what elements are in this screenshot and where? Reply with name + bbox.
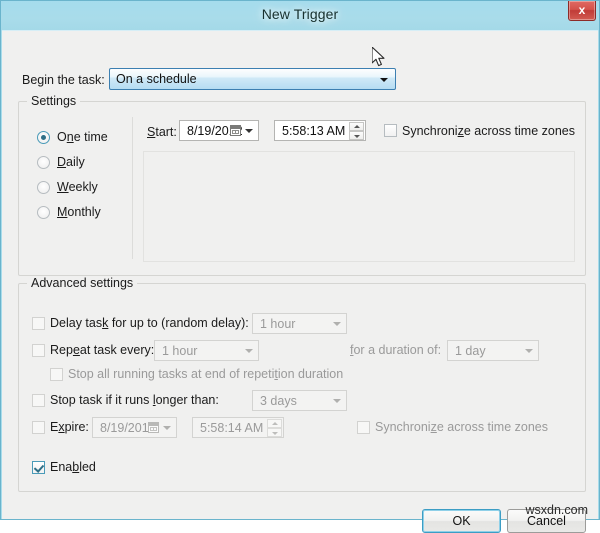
begin-task-combo[interactable]: On a schedule	[109, 68, 396, 90]
dialog-body: Begin the task: On a schedule Settings O…	[2, 30, 598, 533]
radio-label: Daily	[57, 155, 85, 169]
start-label: Start:	[147, 125, 177, 139]
expire-time-field[interactable]: 5:58:14 AM	[192, 417, 284, 438]
expire-sync-checkbox[interactable]	[357, 421, 370, 434]
new-trigger-dialog: New Trigger x Begin the task: On a sched…	[0, 0, 600, 533]
calendar-icon	[230, 125, 241, 136]
settings-group-caption: Settings	[27, 94, 81, 108]
stop-longer-combo[interactable]: 3 days	[252, 390, 347, 411]
radio-label: Monthly	[57, 205, 101, 219]
enabled-label: Enabled	[50, 460, 96, 474]
radio-indicator	[37, 181, 50, 194]
start-time-value: 5:58:13 AM	[282, 124, 346, 138]
repeat-interval-combo[interactable]: 1 hour	[154, 340, 259, 361]
stop-all-tasks-label: Stop all running tasks at end of repetit…	[68, 367, 344, 381]
chevron-down-icon	[163, 426, 171, 430]
close-icon[interactable]: x	[568, 1, 596, 21]
chevron-down-icon	[333, 399, 341, 403]
mouse-cursor	[372, 47, 385, 67]
spinner-up-icon[interactable]	[267, 419, 282, 428]
delay-task-combo[interactable]: 1 hour	[252, 313, 347, 334]
chevron-down-icon	[245, 129, 253, 133]
begin-task-label: Begin the task:	[22, 73, 105, 87]
start-date-field[interactable]: 8/19/2012	[179, 120, 259, 141]
repeat-duration-value: 1 day	[455, 344, 486, 358]
spinner-down-icon[interactable]	[267, 428, 282, 437]
chevron-down-icon	[245, 349, 253, 353]
sync-timezones-label: Synchronize across time zones	[402, 124, 576, 138]
repeat-task-checkbox[interactable]	[32, 344, 45, 357]
sync-timezones-checkbox[interactable]	[384, 124, 397, 137]
radio-indicator	[37, 131, 50, 144]
schedule-detail-panel	[143, 151, 575, 262]
stop-longer-value: 3 days	[260, 394, 297, 408]
spinner-down-icon[interactable]	[349, 131, 364, 140]
chevron-down-icon	[525, 349, 533, 353]
expire-sync-label: Synchronize across time zones	[375, 420, 549, 434]
repeat-task-label: Repeat task every:	[50, 343, 155, 357]
chevron-down-icon	[380, 78, 388, 82]
delay-task-value: 1 hour	[260, 317, 296, 331]
advanced-group-caption: Advanced settings	[27, 276, 138, 290]
stop-all-tasks-checkbox[interactable]	[50, 368, 63, 381]
repeat-interval-value: 1 hour	[162, 344, 198, 358]
spinner-up-icon[interactable]	[349, 122, 364, 131]
stop-longer-label: Stop task if it runs longer than:	[50, 393, 219, 407]
ok-button[interactable]: OK	[422, 509, 501, 533]
radio-label: Weekly	[57, 180, 98, 194]
time-spinner[interactable]	[349, 122, 364, 141]
radio-label: One time	[57, 130, 108, 144]
watermark: wsxdn.com	[525, 503, 588, 517]
radio-indicator	[37, 206, 50, 219]
expire-label: Expire:	[50, 420, 89, 434]
expire-time-value: 5:58:14 AM	[200, 421, 264, 435]
begin-task-value: On a schedule	[116, 72, 197, 86]
expire-time-spinner[interactable]	[267, 419, 282, 438]
calendar-icon	[148, 422, 159, 433]
delay-task-checkbox[interactable]	[32, 317, 45, 330]
window-title: New Trigger	[261, 6, 339, 22]
repeat-duration-combo[interactable]: 1 day	[447, 340, 539, 361]
delay-task-label: Delay task for up to (random delay):	[50, 316, 249, 330]
stop-longer-checkbox[interactable]	[32, 394, 45, 407]
expire-checkbox[interactable]	[32, 421, 45, 434]
radio-indicator	[37, 156, 50, 169]
title-bar: New Trigger x	[1, 1, 599, 30]
settings-divider	[132, 117, 133, 259]
expire-date-field[interactable]: 8/19/2013	[92, 417, 177, 438]
enabled-checkbox[interactable]	[32, 461, 45, 474]
chevron-down-icon	[333, 322, 341, 326]
repeat-duration-label: for a duration of:	[350, 343, 442, 357]
start-time-field[interactable]: 5:58:13 AM	[274, 120, 366, 141]
